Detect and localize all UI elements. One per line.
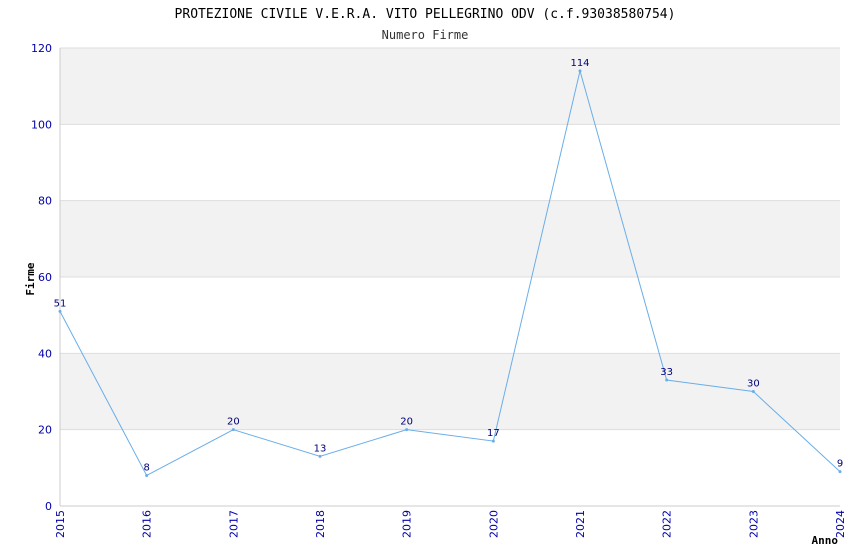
x-tick-label: 2015 <box>54 510 67 538</box>
x-tick-label: 2021 <box>574 510 587 538</box>
line-chart: 020406080100120 2015 2016 2017 2018 2019 2020… <box>24 7 847 547</box>
y-tick-label: 0 <box>45 500 52 513</box>
y-tick-label: 40 <box>38 347 52 360</box>
background-band <box>60 48 840 125</box>
data-point <box>491 439 495 443</box>
data-label: 17 <box>487 428 500 439</box>
x-tick-label: 2016 <box>141 510 154 538</box>
y-tick-label: 20 <box>38 424 52 437</box>
y-tick-label: 60 <box>38 271 52 284</box>
data-point <box>838 470 842 474</box>
data-point <box>405 428 409 432</box>
x-axis-title: Anno <box>812 534 839 547</box>
x-tick-label: 2017 <box>227 510 240 538</box>
data-point <box>751 390 755 393</box>
x-tick-label: 2018 <box>314 510 327 538</box>
chart-subtitle: Numero Firme <box>382 28 469 42</box>
data-point <box>578 69 582 73</box>
data-label: 114 <box>570 58 589 69</box>
data-point <box>58 309 62 313</box>
data-point <box>665 378 669 382</box>
data-label: 20 <box>400 417 413 428</box>
y-tick-label: 120 <box>31 42 52 55</box>
data-label: 30 <box>747 379 760 390</box>
background-band <box>60 353 840 430</box>
data-label: 33 <box>660 367 673 378</box>
data-point <box>145 473 149 477</box>
data-point <box>231 428 235 432</box>
x-tick-label: 2019 <box>401 510 414 538</box>
background-band <box>60 200 840 277</box>
x-tick-label: 2020 <box>487 510 500 538</box>
data-label: 51 <box>54 298 67 309</box>
x-tick-label: 2023 <box>747 510 760 538</box>
y-tick-label: 80 <box>38 195 52 208</box>
x-tick-label: 2022 <box>661 510 674 538</box>
chart-title: PROTEZIONE CIVILE V.E.R.A. VITO PELLEGRI… <box>175 7 676 22</box>
data-label: 20 <box>227 417 240 428</box>
data-label: 9 <box>837 459 843 470</box>
data-label: 13 <box>314 443 327 454</box>
y-axis-title: Firme <box>24 262 37 295</box>
x-tick-labels: 2015 2016 2017 2018 2019 2020 2021 2022 2023 2024 <box>54 510 847 538</box>
y-tick-label: 100 <box>31 118 52 131</box>
data-label: 8 <box>143 462 149 473</box>
background-bands <box>60 48 840 430</box>
data-point <box>318 454 322 458</box>
